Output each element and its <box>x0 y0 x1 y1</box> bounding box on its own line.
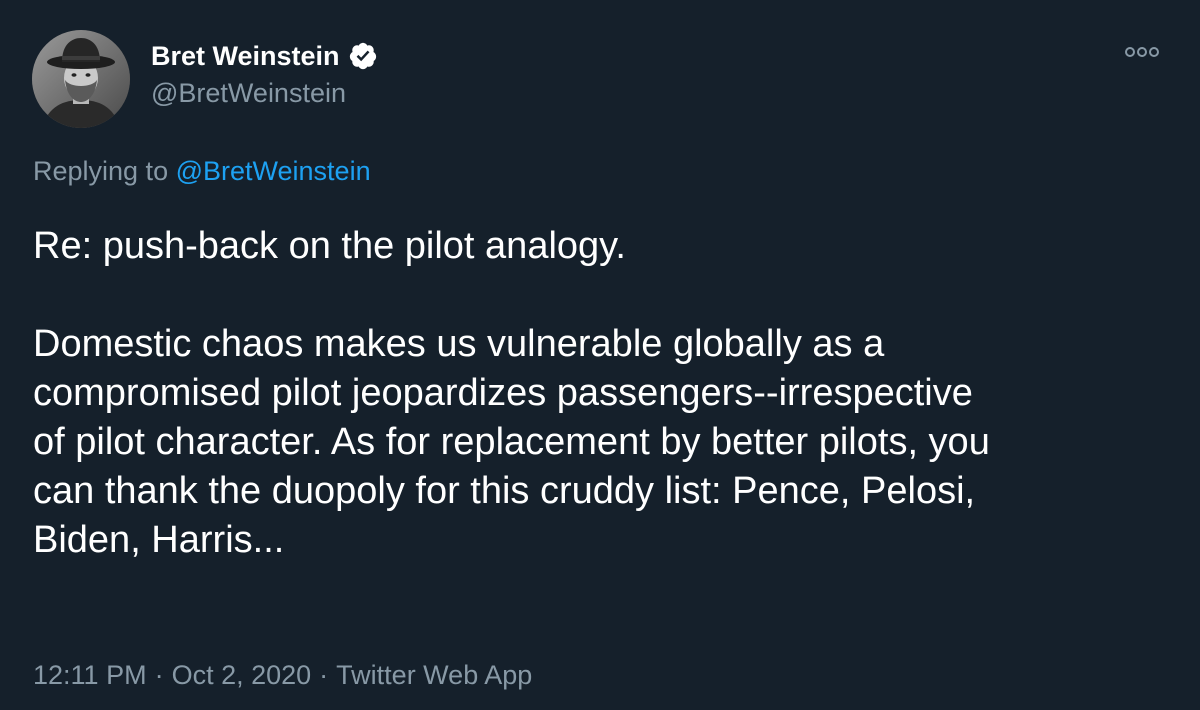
author-name-row: Bret Weinstein <box>151 38 378 74</box>
verified-badge-icon <box>348 41 378 71</box>
tweet-line: compromised pilot jeopardizes passengers… <box>33 372 973 414</box>
avatar[interactable] <box>32 30 130 128</box>
more-options-icon[interactable] <box>1122 40 1162 64</box>
display-name[interactable]: Bret Weinstein <box>151 38 340 74</box>
tweet-time[interactable]: 12:11 PM <box>33 660 147 690</box>
tweet-line: Domestic chaos makes us vulnerable globa… <box>33 323 885 365</box>
tweet-meta: 12:11 PM · Oct 2, 2020 · Twitter Web App <box>33 657 532 693</box>
reply-mention-link[interactable]: @BretWeinstein <box>176 156 371 186</box>
tweet-card: Bret Weinstein @BretWeinstein Replying t… <box>0 0 1200 710</box>
replying-to-label: Replying to <box>33 156 176 186</box>
meta-separator: · <box>154 660 164 690</box>
tweet-line: can thank the duopoly for this cruddy li… <box>33 470 976 512</box>
tweet-text: Re: push-back on the pilot analogy. Dome… <box>33 222 1173 565</box>
tweet-date[interactable]: Oct 2, 2020 <box>172 660 312 690</box>
tweet-line: Biden, Harris... <box>33 519 285 561</box>
tweet-line: Re: push-back on the pilot analogy. <box>33 225 626 267</box>
author-handle[interactable]: @BretWeinstein <box>151 76 346 110</box>
replying-to: Replying to @BretWeinstein <box>33 153 371 189</box>
tweet-blank-line <box>33 271 1173 320</box>
tweet-line: of pilot character. As for replacement b… <box>33 421 990 463</box>
profile-photo-icon <box>32 30 130 128</box>
meta-separator: · <box>319 660 329 690</box>
tweet-source[interactable]: Twitter Web App <box>336 660 532 690</box>
